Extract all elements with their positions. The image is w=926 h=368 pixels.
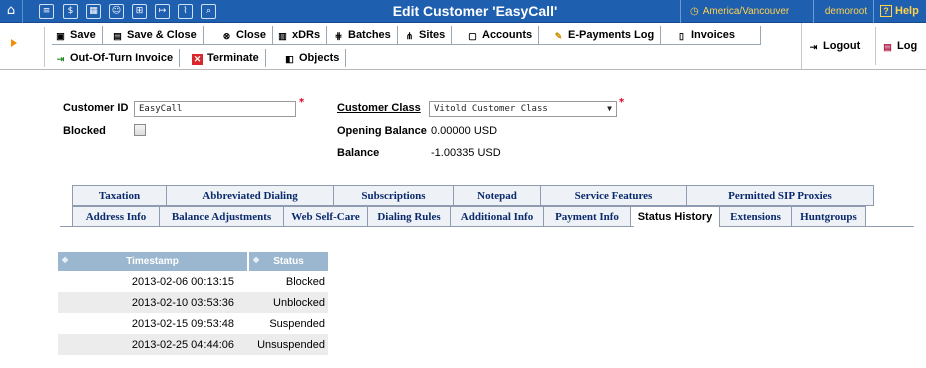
- timestamp-cell: 2013-02-25 04:44:06: [58, 334, 248, 355]
- epayments-icon: ✎: [554, 31, 563, 41]
- help-label: Help: [895, 5, 919, 17]
- column-header-timestamp[interactable]: ◆ Timestamp: [58, 252, 249, 271]
- terminate-icon: ✕: [192, 54, 203, 65]
- top-bar: ⌂ ≡ $ ▦ ☺ ⊞ ↦ ⌇ ⌕ Edit Customer 'EasyCal…: [0, 0, 926, 23]
- logout-icon: ⇥: [809, 42, 818, 52]
- close-icon: ⊗: [222, 31, 231, 41]
- customer-class-link[interactable]: Customer Class: [337, 102, 421, 114]
- batches-icon: ⋕: [334, 31, 343, 41]
- search-icon[interactable]: ⌕: [201, 4, 216, 19]
- invoice-out-icon: ⇥: [56, 54, 65, 64]
- table-row: 2013-02-25 04:44:06 Unsuspended: [58, 334, 328, 355]
- help-icon: ?: [880, 5, 892, 18]
- customer-id-label: Customer ID: [63, 102, 129, 114]
- objects-icon: ◧: [285, 54, 294, 64]
- tab-dialing-rules[interactable]: Dialing Rules: [367, 206, 450, 227]
- timestamp-cell: 2013-02-10 03:53:36: [58, 292, 248, 313]
- timestamp-cell: 2013-02-06 00:13:15: [58, 271, 248, 292]
- terminate-button[interactable]: ✕ Terminate: [192, 49, 266, 67]
- chart-icon[interactable]: ⌇: [178, 4, 193, 19]
- dollar-icon[interactable]: $: [63, 4, 78, 19]
- invoices-icon: ▯: [679, 31, 684, 41]
- toolbar: ▣ Save ▤ Save & Close ⊗ Close ▥ xDRs ⋕ Batche…: [0, 23, 926, 70]
- sites-button[interactable]: ⋔ Sites: [404, 26, 453, 44]
- list-icon[interactable]: ≡: [39, 4, 54, 19]
- tab-balance-adjustments[interactable]: Balance Adjustments: [159, 206, 283, 227]
- status-cell: Unsuspended: [248, 334, 328, 355]
- tab-status-history[interactable]: Status History: [630, 206, 719, 227]
- collapse-arrow-icon[interactable]: [11, 39, 17, 47]
- timestamp-cell: 2013-02-15 09:53:48: [58, 313, 248, 334]
- accounts-button[interactable]: ▢ Accounts: [467, 26, 540, 44]
- timezone-link[interactable]: ◷ America/Vancouver: [690, 0, 789, 23]
- logout-button[interactable]: ⇥ Logout: [808, 37, 866, 55]
- required-marker: *: [619, 97, 625, 108]
- column-header-status[interactable]: ◆ Status: [248, 252, 328, 271]
- balance-value: -1.00335 USD: [431, 147, 501, 159]
- customer-class-select[interactable]: Vitold Customer Class ▼: [429, 101, 617, 117]
- status-cell: Blocked: [248, 271, 328, 292]
- status-history-table: ◆ Timestamp ◆ Status 2013-02-06 00:13:15 B…: [58, 252, 328, 355]
- user-link[interactable]: demoroot: [820, 0, 872, 23]
- log-button[interactable]: ▤ Log: [882, 37, 923, 55]
- balance-label: Balance: [337, 147, 380, 159]
- tab-huntgroups[interactable]: Huntgroups: [791, 206, 866, 227]
- tab-additional-info[interactable]: Additional Info: [450, 206, 543, 227]
- tab-extensions[interactable]: Extensions: [719, 206, 791, 227]
- xdrs-icon: ▥: [278, 31, 287, 41]
- home-icon[interactable]: ⌂: [0, 0, 23, 23]
- batches-button[interactable]: ⋕ Batches: [333, 26, 398, 44]
- tab-taxation[interactable]: Taxation: [72, 185, 166, 206]
- tab-address-info[interactable]: Address Info: [72, 206, 159, 227]
- grid-icon[interactable]: ▦: [86, 4, 101, 19]
- out-of-turn-invoice-button[interactable]: ⇥ Out-Of-Turn Invoice: [55, 49, 181, 67]
- clock-icon: ◷: [690, 6, 699, 17]
- status-cell: Unblocked: [248, 292, 328, 313]
- table-row: 2013-02-15 09:53:48 Suspended: [58, 313, 328, 334]
- log-icon: ▤: [883, 42, 892, 52]
- customer-class-value: Vitold Customer Class: [434, 104, 548, 114]
- required-marker: *: [299, 97, 305, 108]
- close-button[interactable]: ⊗ Close: [221, 26, 273, 44]
- tab-payment-info[interactable]: Payment Info: [543, 206, 630, 227]
- timezone-label: America/Vancouver: [702, 6, 790, 17]
- tab-row-2: Address Info Balance Adjustments Web Sel…: [72, 206, 866, 227]
- tab-row-1: Taxation Abbreviated Dialing Subscriptio…: [72, 185, 874, 206]
- xdrs-button[interactable]: ▥ xDRs: [277, 26, 328, 44]
- tab-abbreviated-dialing[interactable]: Abbreviated Dialing: [166, 185, 333, 206]
- invoices-button[interactable]: ▯ Invoices: [676, 26, 760, 44]
- sites-icon: ⋔: [405, 31, 414, 41]
- opening-balance-label: Opening Balance: [337, 125, 427, 137]
- status-cell: Suspended: [248, 313, 328, 334]
- tab-notepad[interactable]: Notepad: [453, 185, 540, 206]
- objects-button[interactable]: ◧ Objects: [284, 49, 347, 67]
- person-icon[interactable]: ☺: [109, 4, 124, 19]
- save-close-button[interactable]: ▤ Save & Close: [112, 26, 204, 44]
- tab-web-self-care[interactable]: Web Self-Care: [283, 206, 367, 227]
- help-link[interactable]: ? Help: [880, 0, 919, 23]
- table-row: 2013-02-06 00:13:15 Blocked: [58, 271, 328, 292]
- customer-id-input[interactable]: EasyCall: [134, 101, 296, 117]
- save-icon: ▣: [56, 31, 65, 41]
- chevron-down-icon: ▼: [607, 104, 612, 113]
- table-row: 2013-02-10 03:53:36 Unblocked: [58, 292, 328, 313]
- tab-service-features[interactable]: Service Features: [540, 185, 686, 206]
- export-icon[interactable]: ↦: [155, 4, 170, 19]
- blocked-checkbox[interactable]: [134, 124, 146, 136]
- tab-permitted-sip-proxies[interactable]: Permitted SIP Proxies: [686, 185, 874, 206]
- accounts-icon: ▢: [468, 31, 477, 41]
- page-title: Edit Customer 'EasyCall': [392, 3, 558, 19]
- blocked-label: Blocked: [63, 125, 106, 137]
- hierarchy-icon[interactable]: ⊞: [132, 4, 147, 19]
- epayments-log-button[interactable]: ✎ E-Payments Log: [553, 26, 662, 44]
- opening-balance-value: 0.00000 USD: [431, 125, 498, 137]
- save-close-icon: ▤: [113, 31, 122, 41]
- sort-icon: ◆: [62, 255, 69, 264]
- sort-icon: ◆: [253, 255, 260, 264]
- save-button[interactable]: ▣ Save: [55, 26, 103, 44]
- tab-subscriptions[interactable]: Subscriptions: [333, 185, 453, 206]
